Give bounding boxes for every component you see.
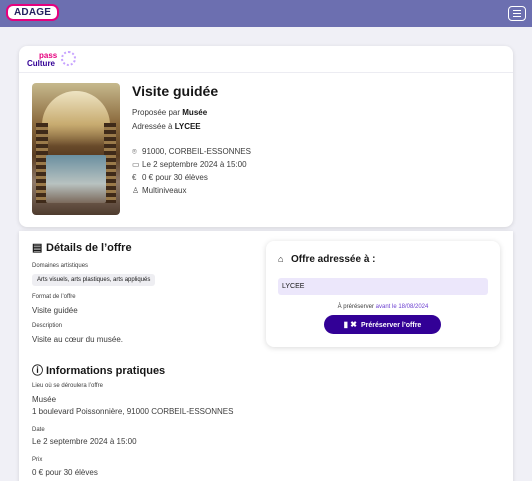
map-pin-icon: ⌾: [132, 147, 137, 156]
place-name: Musée: [32, 395, 57, 404]
price-line: €0 € pour 30 élèves: [132, 173, 208, 182]
school-icon: ⌂: [278, 254, 284, 264]
location-line: ⌾ 91000, CORBEIL-ESSONNES: [132, 147, 251, 156]
addressed-to: Adressée à LYCEE: [132, 122, 201, 131]
euro-icon: €: [132, 173, 137, 182]
format-value: Visite guidée: [32, 306, 78, 315]
adage-logo[interactable]: ADAGE: [6, 4, 60, 21]
domains-label: Domaines artistiques: [32, 263, 89, 269]
hamburger-icon: [513, 10, 521, 11]
offer-image: [32, 83, 120, 215]
format-label: Format de l’offre: [32, 294, 76, 300]
domain-tag: Arts visuels, arts plastiques, arts appl…: [32, 274, 156, 286]
offer-title: Visite guidée: [132, 83, 219, 99]
prebook-button[interactable]: ▮ ✖ Préréserver l’offre: [324, 315, 441, 334]
divider: [19, 72, 513, 73]
info-icon: ⓘ: [32, 365, 43, 377]
offer-header-card: pass Culture Visite guidée Proposée par …: [19, 46, 513, 227]
date-label: Date: [32, 427, 45, 433]
price-label: Prix: [32, 457, 43, 463]
price-value: 0 € pour 30 élèves: [32, 468, 98, 477]
description-label: Description: [32, 323, 63, 329]
proposed-by: Proposée par Musée: [132, 108, 208, 117]
date-value: Le 2 septembre 2024 à 15:00: [32, 437, 137, 446]
pass-culture-logo: pass Culture: [27, 51, 58, 68]
place-label: Lieu où se déroulera l’offre: [32, 383, 103, 389]
date-line: ▭ Le 2 septembre 2024 à 15:00: [132, 160, 247, 169]
practical-section-title: ⓘ Informations pratiques: [32, 362, 165, 378]
place-address: 1 boulevard Poissonnière, 91000 CORBEIL-…: [32, 407, 234, 416]
booking-deadline: À préréserver avant le 18/08/2024: [337, 304, 429, 310]
pass-culture-star-icon: [61, 51, 76, 66]
top-bar: ADAGE: [0, 0, 532, 27]
ticket-icon: ▮ ✖: [343, 320, 357, 329]
details-section-title: ▤ Détails de l’offre: [32, 242, 132, 254]
document-icon: ▤: [32, 242, 43, 254]
offer-details-card: ▤ Détails de l’offre Domaines artistiques…: [19, 231, 513, 481]
calendar-icon: ▭: [132, 160, 140, 169]
school-name: LYCEE: [278, 278, 488, 295]
level-line: ♙ Multiniveaux: [132, 186, 187, 195]
booking-card: ⌂ Offre adressée à : LYCEE À préréserver …: [266, 241, 500, 347]
description-value: Visite au cœur du musée.: [32, 335, 124, 344]
menu-button[interactable]: [508, 6, 526, 21]
booking-title: ⌂ Offre adressée à :: [278, 254, 376, 265]
user-icon: ♙: [132, 186, 140, 195]
